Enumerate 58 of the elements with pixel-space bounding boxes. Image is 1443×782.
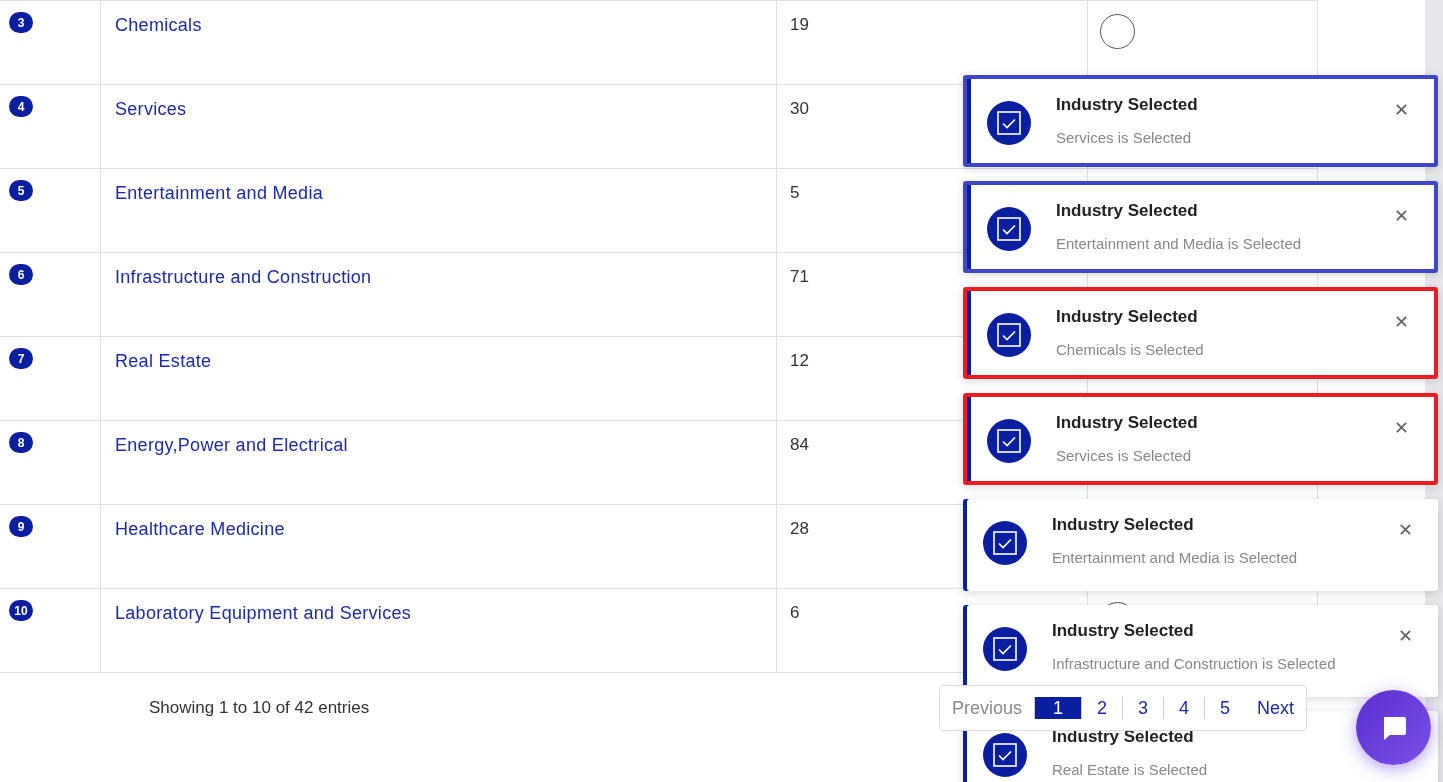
page-button[interactable]: 1 [1034,697,1082,719]
checkbox-icon [987,207,1031,251]
industry-link[interactable]: Chemicals [115,15,202,35]
count-text: 12 [790,351,809,370]
checkbox-icon [987,313,1031,357]
toast-title: Industry Selected [1056,201,1198,221]
checkbox-icon [987,419,1031,463]
row-number-badge: 3 [9,12,33,33]
count-text: 71 [790,267,809,286]
close-icon[interactable] [1399,629,1412,642]
close-icon[interactable] [1395,421,1408,434]
toast-message: Services is Selected [1056,447,1192,464]
industry-link[interactable]: Laboratory Equipment and Services [115,603,412,623]
row-number-badge: 8 [9,432,33,453]
checkbox-icon [983,627,1027,671]
page-button[interactable]: 4 [1163,697,1205,719]
toast-title: Industry Selected [1056,307,1198,327]
count-text: 6 [790,603,800,622]
toast-message: Entertainment and Media is Selected [1056,235,1302,252]
industry-link[interactable]: Infrastructure and Construction [115,267,372,287]
page-button[interactable]: 2 [1081,697,1123,719]
close-icon[interactable] [1395,315,1408,328]
toast-title: Industry Selected [1056,95,1198,115]
count-text: 19 [790,15,809,34]
row-number-badge: 5 [9,180,33,201]
row-number-badge: 9 [9,516,33,537]
industry-link[interactable]: Services [115,99,187,119]
toast-title: Industry Selected [1052,727,1194,747]
toast-message: Services is Selected [1056,129,1192,146]
row-number-badge: 10 [9,600,33,621]
toast-title: Industry Selected [1052,621,1194,641]
toast-message: Infrastructure and Construction is Selected [1052,655,1336,672]
close-icon[interactable] [1395,209,1408,222]
toast-title: Industry Selected [1052,515,1194,535]
toast-message: Entertainment and Media is Selected [1052,549,1298,566]
toast-message: Chemicals is Selected [1056,341,1204,358]
row-number-badge: 6 [9,264,33,285]
count-text: 84 [790,435,809,454]
checkbox-icon [983,733,1027,777]
count-text: 5 [790,183,800,202]
checkbox-icon [987,101,1031,145]
close-icon[interactable] [1399,523,1412,536]
industry-link[interactable]: Energy,Power and Electrical [115,435,348,455]
toast-title: Industry Selected [1056,413,1198,433]
entries-info: Showing 1 to 10 of 42 entries [149,698,371,718]
row-number-badge: 4 [9,96,33,117]
close-icon[interactable] [1395,103,1408,116]
industry-link[interactable]: Healthcare Medicine [115,519,285,539]
toast-message: Real Estate is Selected [1052,761,1208,778]
industry-link[interactable]: Real Estate [115,351,212,371]
page-button[interactable]: 5 [1204,697,1246,719]
checkbox-icon [983,521,1027,565]
page-button[interactable]: 3 [1122,697,1164,719]
count-text: 28 [790,519,809,538]
count-text: 30 [790,99,809,118]
industry-link[interactable]: Entertainment and Media [115,183,324,203]
next-button[interactable]: Next [1245,697,1307,719]
row-number-badge: 7 [9,348,33,369]
